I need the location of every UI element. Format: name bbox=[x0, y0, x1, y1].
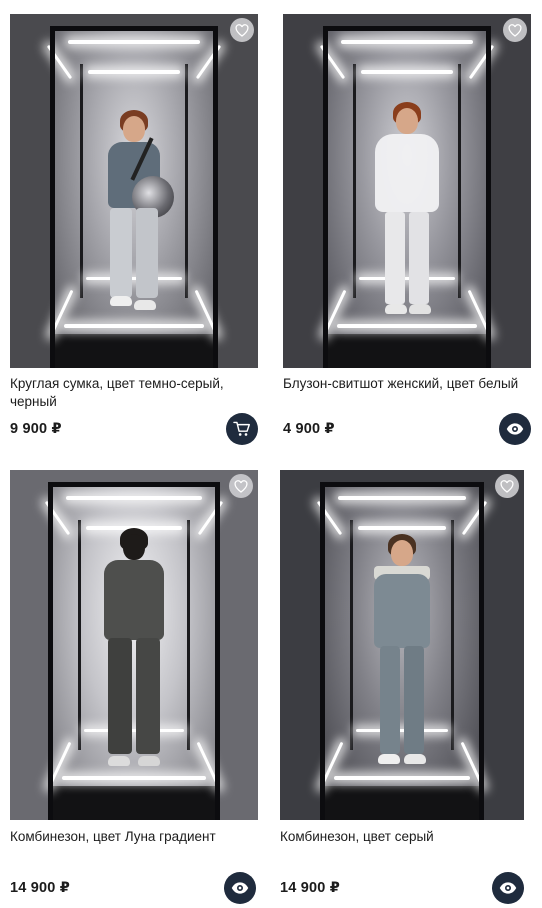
product-title[interactable]: Комбинезон, цвет Луна градиент bbox=[10, 828, 258, 866]
cart-icon bbox=[233, 421, 250, 436]
product-title[interactable]: Блузон-свитшот женский, цвет белый bbox=[283, 375, 531, 413]
product-title[interactable]: Комбинезон, цвет серый bbox=[280, 828, 524, 866]
showcase-lightbox bbox=[316, 482, 488, 820]
model-figure bbox=[367, 102, 447, 324]
product-image[interactable] bbox=[10, 14, 258, 368]
heart-outline-icon bbox=[235, 23, 249, 37]
showcase-lightbox bbox=[319, 26, 495, 368]
heart-outline-icon bbox=[234, 479, 248, 493]
price-row: 14 900 ₽ bbox=[10, 872, 258, 904]
quick-view-button[interactable] bbox=[499, 413, 531, 445]
model-figure bbox=[94, 110, 174, 326]
price-row: 4 900 ₽ bbox=[283, 413, 531, 445]
favorite-button[interactable] bbox=[229, 474, 253, 498]
product-card[interactable]: Комбинезон, цвет Луна градиент 14 900 ₽ bbox=[10, 470, 258, 904]
product-price: 4 900 ₽ bbox=[283, 421, 335, 437]
product-price: 14 900 ₽ bbox=[10, 880, 71, 896]
heart-outline-icon bbox=[500, 479, 514, 493]
product-card[interactable]: Комбинезон, цвет серый 14 900 ₽ bbox=[280, 470, 524, 904]
favorite-button[interactable] bbox=[230, 18, 254, 42]
eye-icon bbox=[499, 882, 517, 894]
product-card[interactable]: Круглая сумка, цвет темно-серый, черный … bbox=[10, 14, 258, 445]
eye-icon bbox=[231, 882, 249, 894]
price-row: 9 900 ₽ bbox=[10, 413, 258, 445]
product-price: 14 900 ₽ bbox=[280, 880, 341, 896]
model-figure bbox=[362, 534, 442, 770]
product-image[interactable] bbox=[10, 470, 258, 820]
quick-view-button[interactable] bbox=[224, 872, 256, 904]
product-card[interactable]: Блузон-свитшот женский, цвет белый 4 900… bbox=[283, 14, 531, 445]
favorite-button[interactable] bbox=[503, 18, 527, 42]
showcase-lightbox bbox=[44, 482, 224, 820]
quick-view-button[interactable] bbox=[492, 872, 524, 904]
product-image[interactable] bbox=[280, 470, 524, 820]
product-price: 9 900 ₽ bbox=[10, 421, 62, 437]
add-to-cart-button[interactable] bbox=[226, 413, 258, 445]
eye-icon bbox=[506, 423, 524, 435]
model-figure bbox=[92, 528, 176, 774]
price-row: 14 900 ₽ bbox=[280, 872, 524, 904]
product-title[interactable]: Круглая сумка, цвет темно-серый, черный bbox=[10, 375, 258, 413]
heart-outline-icon bbox=[508, 23, 522, 37]
product-image[interactable] bbox=[283, 14, 531, 368]
showcase-lightbox bbox=[46, 26, 222, 368]
favorite-button[interactable] bbox=[495, 474, 519, 498]
